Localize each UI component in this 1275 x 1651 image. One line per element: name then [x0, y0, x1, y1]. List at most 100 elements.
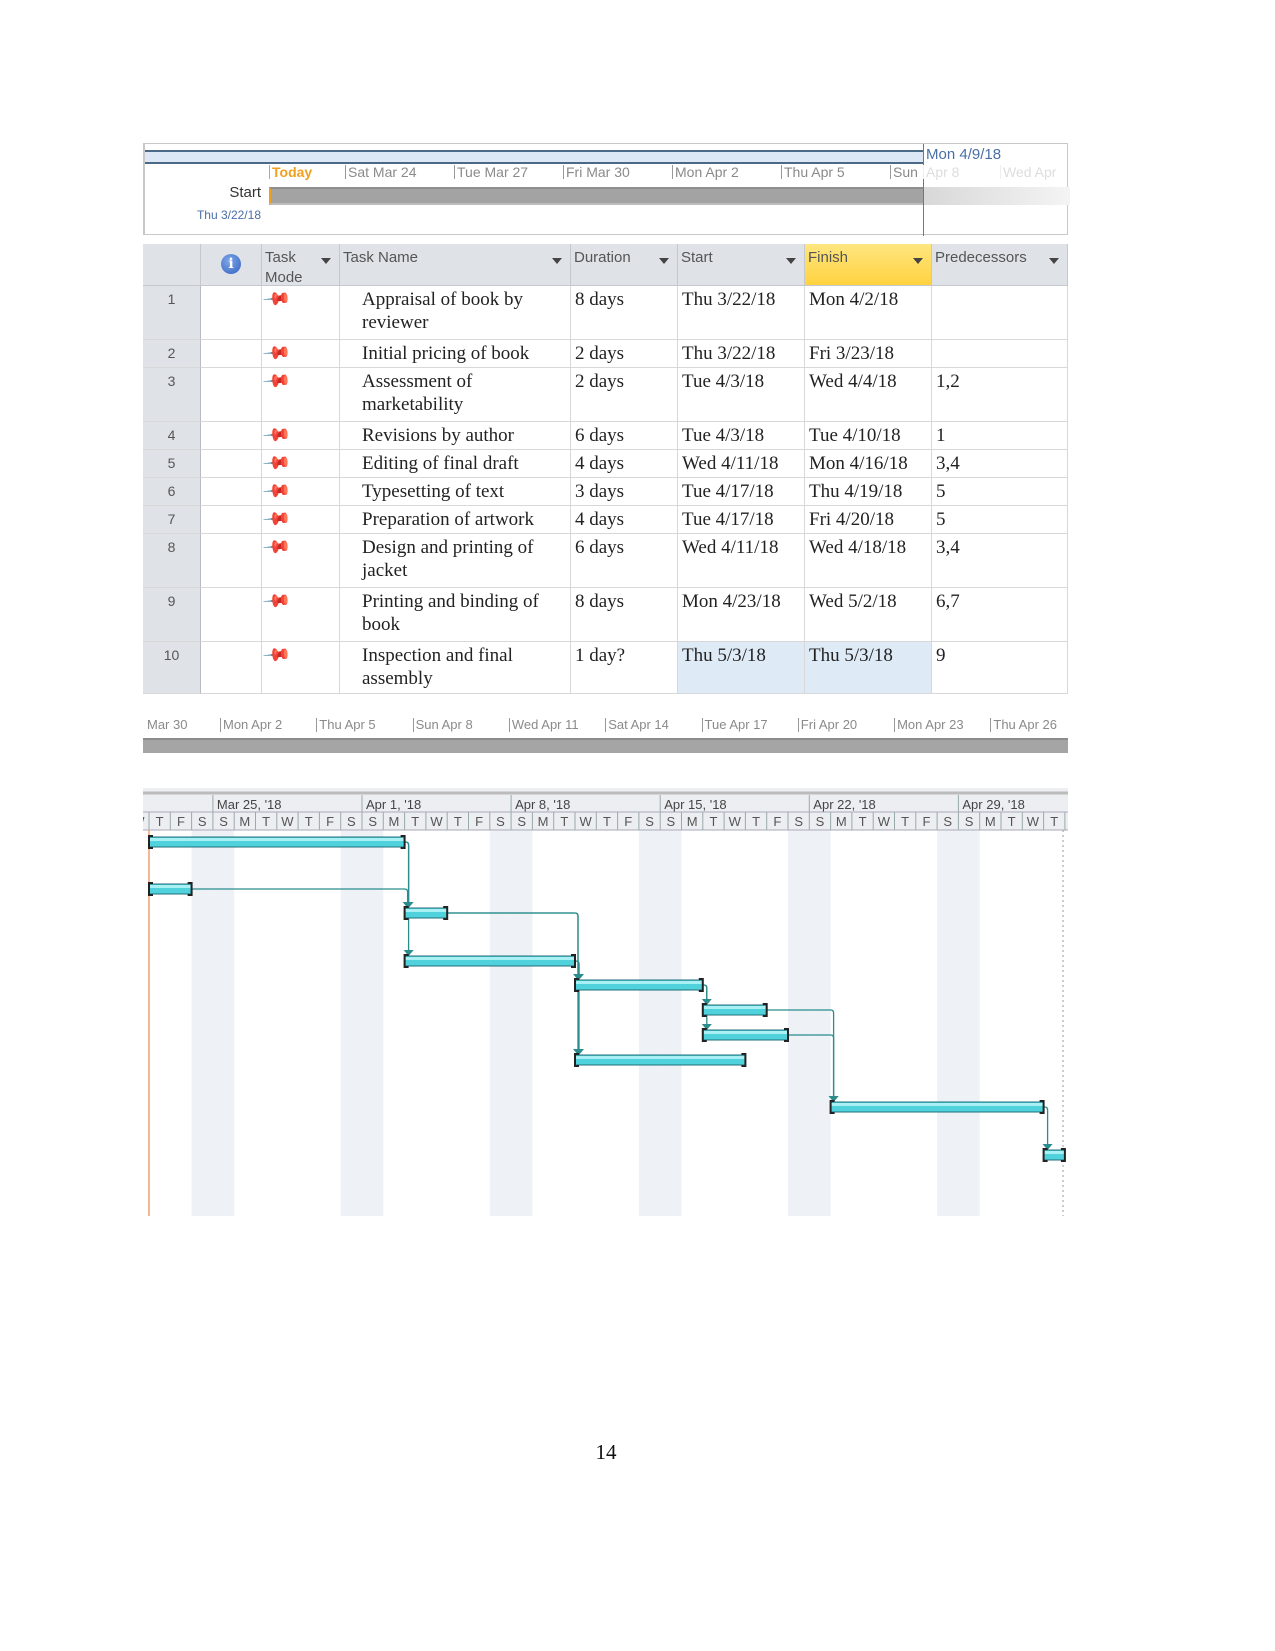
cell-text: 6 days: [575, 537, 625, 558]
cell-indicator: [201, 642, 262, 694]
cell-text: Thu 3/22/18: [682, 343, 776, 364]
cell-mode: 📌: [262, 448, 340, 478]
day-letter: W: [430, 814, 443, 829]
cell-text: Thu 5/3/18: [809, 645, 893, 666]
cell-text: Preparation of artwork: [362, 509, 534, 530]
row-number[interactable]: 5: [143, 450, 201, 478]
strip-tick: Mon Apr 2: [220, 718, 282, 732]
cell-name: Assessment of marketability: [340, 368, 571, 422]
cell-text: 1 day?: [575, 645, 626, 666]
dropdown-arrow-icon[interactable]: [321, 258, 331, 264]
cell-start: Tue 4/3/18: [678, 422, 805, 450]
page-number: 14: [595, 1440, 617, 1464]
cell-text: 3: [167, 373, 176, 389]
day-letter: F: [177, 814, 185, 829]
row-number[interactable]: 2: [143, 340, 201, 368]
task-bar-highlight: [703, 1006, 766, 1009]
column-header-duration[interactable]: Duration: [571, 244, 678, 286]
day-letter: T: [709, 814, 717, 829]
column-header-info[interactable]: i: [201, 244, 262, 286]
row-number[interactable]: 1: [143, 286, 201, 340]
cell-text: Tue 4/3/18: [682, 371, 765, 392]
cell-mode: 📌: [262, 366, 340, 422]
dropdown-arrow-icon[interactable]: [913, 258, 923, 264]
cell-duration: 2 days: [571, 340, 678, 368]
row-number[interactable]: 8: [143, 534, 201, 588]
cell-text: 10: [163, 647, 180, 663]
day-letter: T: [156, 814, 164, 829]
cell-text: 3,4: [936, 453, 960, 474]
strip-tick: Sun Apr 8: [412, 718, 473, 732]
cell-text: Tue 4/17/18: [682, 509, 774, 530]
column-header-finish[interactable]: Finish: [805, 244, 932, 286]
cell-name: Inspection and final assembly: [340, 642, 571, 694]
row-number[interactable]: 7: [143, 506, 201, 534]
dropdown-arrow-icon[interactable]: [659, 258, 669, 264]
cell-text: Mon 4/23/18: [682, 591, 781, 612]
column-header-predecessors[interactable]: Predecessors: [932, 244, 1068, 286]
cell-text: 8 days: [575, 289, 625, 310]
cell-pred: 1,2: [932, 368, 1068, 422]
cell-start: Mon 4/23/18: [678, 588, 805, 642]
cell-start: Thu 5/3/18: [678, 642, 805, 694]
timeline-panel[interactable]: Mon 4/9/18 Today Start Thu 3/22/18 Sat M…: [143, 143, 1070, 236]
row-number[interactable]: 4: [143, 422, 201, 450]
weekend-shading: [191, 830, 213, 1216]
row-number[interactable]: 10: [143, 642, 201, 694]
cell-indicator: [201, 422, 262, 450]
pushpin-icon: 📌: [262, 532, 293, 562]
day-letter: S: [496, 814, 505, 829]
task-bar-highlight: [831, 1103, 1043, 1106]
day-letter: M: [836, 814, 847, 829]
day-letter: S: [347, 814, 356, 829]
pushpin-icon: 📌: [262, 448, 293, 478]
cell-finish: Wed 4/18/18: [805, 534, 932, 588]
cell-text: 5: [936, 509, 946, 530]
row-number[interactable]: 6: [143, 478, 201, 506]
row-number[interactable]: 9: [143, 588, 201, 642]
weekend-shading: [788, 830, 810, 1216]
column-header-label: Duration: [574, 249, 631, 266]
cell-mode: 📌: [262, 586, 340, 642]
cell-text: Typesetting of text: [362, 481, 505, 502]
dropdown-arrow-icon[interactable]: [786, 258, 796, 264]
cell-text: Tue 4/10/18: [809, 425, 901, 446]
cell-text: Wed 4/11/18: [682, 537, 779, 558]
cell-text: 4 days: [575, 509, 625, 530]
cell-text: Thu 5/3/18: [682, 645, 766, 666]
gantt-chart[interactable]: WTFSSMTWTFSSMTWTFSSMTWTFSSMTWTFSSMTWTFSS…: [143, 788, 1068, 1216]
row-number[interactable]: 3: [143, 368, 201, 422]
column-header-row-number[interactable]: [143, 244, 201, 286]
cell-finish: Wed 5/2/18: [805, 588, 932, 642]
cell-name: Initial pricing of book: [340, 340, 571, 368]
day-letter: S: [198, 814, 207, 829]
dropdown-arrow-icon[interactable]: [1049, 258, 1059, 264]
day-letter: S: [667, 814, 676, 829]
week-label: Apr 1, '18: [366, 797, 421, 812]
week-label: Mar 25, '18: [217, 797, 282, 812]
day-letter: S: [517, 814, 526, 829]
cell-mode: 📌: [262, 284, 340, 340]
task-bar-highlight: [405, 957, 574, 960]
cell-text: 4 days: [575, 453, 625, 474]
timeline-tick: Tue Mar 27: [454, 165, 528, 179]
cell-text: 6,7: [936, 591, 960, 612]
day-letter: M: [239, 814, 250, 829]
day-letter: F: [326, 814, 334, 829]
timeline-tick-faded: Wed Apr: [1000, 165, 1056, 179]
task-bar-highlight: [1044, 1151, 1064, 1154]
cell-name: Design and printing of jacket: [340, 534, 571, 588]
column-header-start[interactable]: Start: [678, 244, 805, 286]
cell-text: Fri 3/23/18: [809, 343, 894, 364]
cell-text: 3 days: [575, 481, 625, 502]
gantt-svg: WTFSSMTWTFSSMTWTFSSMTWTFSSMTWTFSSMTWTFSS…: [143, 788, 1068, 1216]
strip-tick: Wed Apr 11: [508, 718, 579, 732]
strip-tick: Mon Apr 23: [894, 718, 964, 732]
current-date-label: Mon 4/9/18: [926, 146, 1002, 163]
column-header-task-mode[interactable]: Task Mode: [262, 244, 340, 286]
timeline-bar[interactable]: [269, 187, 923, 205]
week-label: Apr 22, '18: [813, 797, 875, 812]
column-header-task-name[interactable]: Task Name: [340, 244, 571, 286]
dropdown-arrow-icon[interactable]: [552, 258, 562, 264]
cell-indicator: [201, 534, 262, 588]
